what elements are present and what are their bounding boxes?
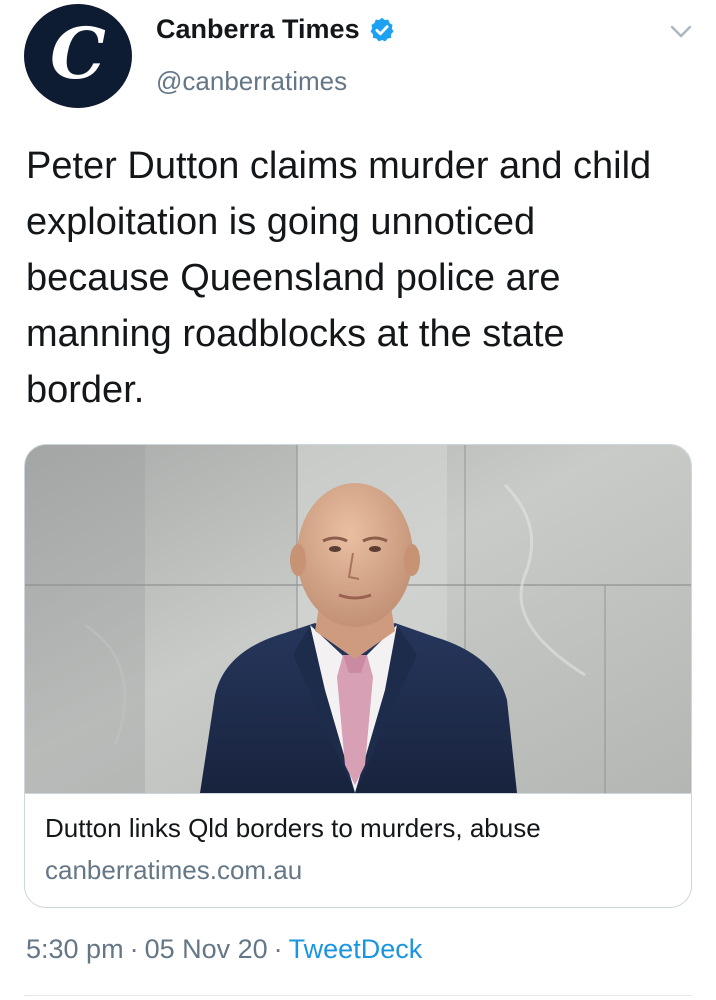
author-name-row: Canberra Times [156, 14, 396, 45]
tweet-date[interactable]: 05 Nov 20 [145, 934, 268, 964]
verified-badge-icon [370, 17, 394, 41]
chevron-down-icon [670, 25, 692, 38]
tweet-text: Peter Dutton claims murder and child exp… [26, 145, 652, 411]
avatar[interactable]: C [24, 4, 132, 108]
card-domain[interactable]: canberratimes.com.au [45, 855, 302, 886]
user-handle[interactable]: @canberratimes [156, 66, 347, 97]
card-divider [25, 793, 691, 794]
canberra-times-logo-icon: C [50, 12, 106, 95]
meta-separator: · [273, 934, 283, 964]
meta-separator: · [129, 934, 139, 964]
tweet-time[interactable]: 5:30 pm [26, 934, 124, 964]
tweet-menu-button[interactable] [666, 20, 696, 44]
tweet-meta: 5:30 pm · 05 Nov 20 · TweetDeck [26, 934, 422, 965]
link-card[interactable]: Dutton links Qld borders to murders, abu… [24, 444, 692, 908]
card-image[interactable] [25, 445, 691, 793]
display-name[interactable]: Canberra Times [156, 14, 360, 45]
tweet-source-link[interactable]: TweetDeck [289, 934, 423, 964]
bottom-divider [24, 995, 692, 996]
card-title[interactable]: Dutton links Qld borders to murders, abu… [45, 813, 541, 844]
